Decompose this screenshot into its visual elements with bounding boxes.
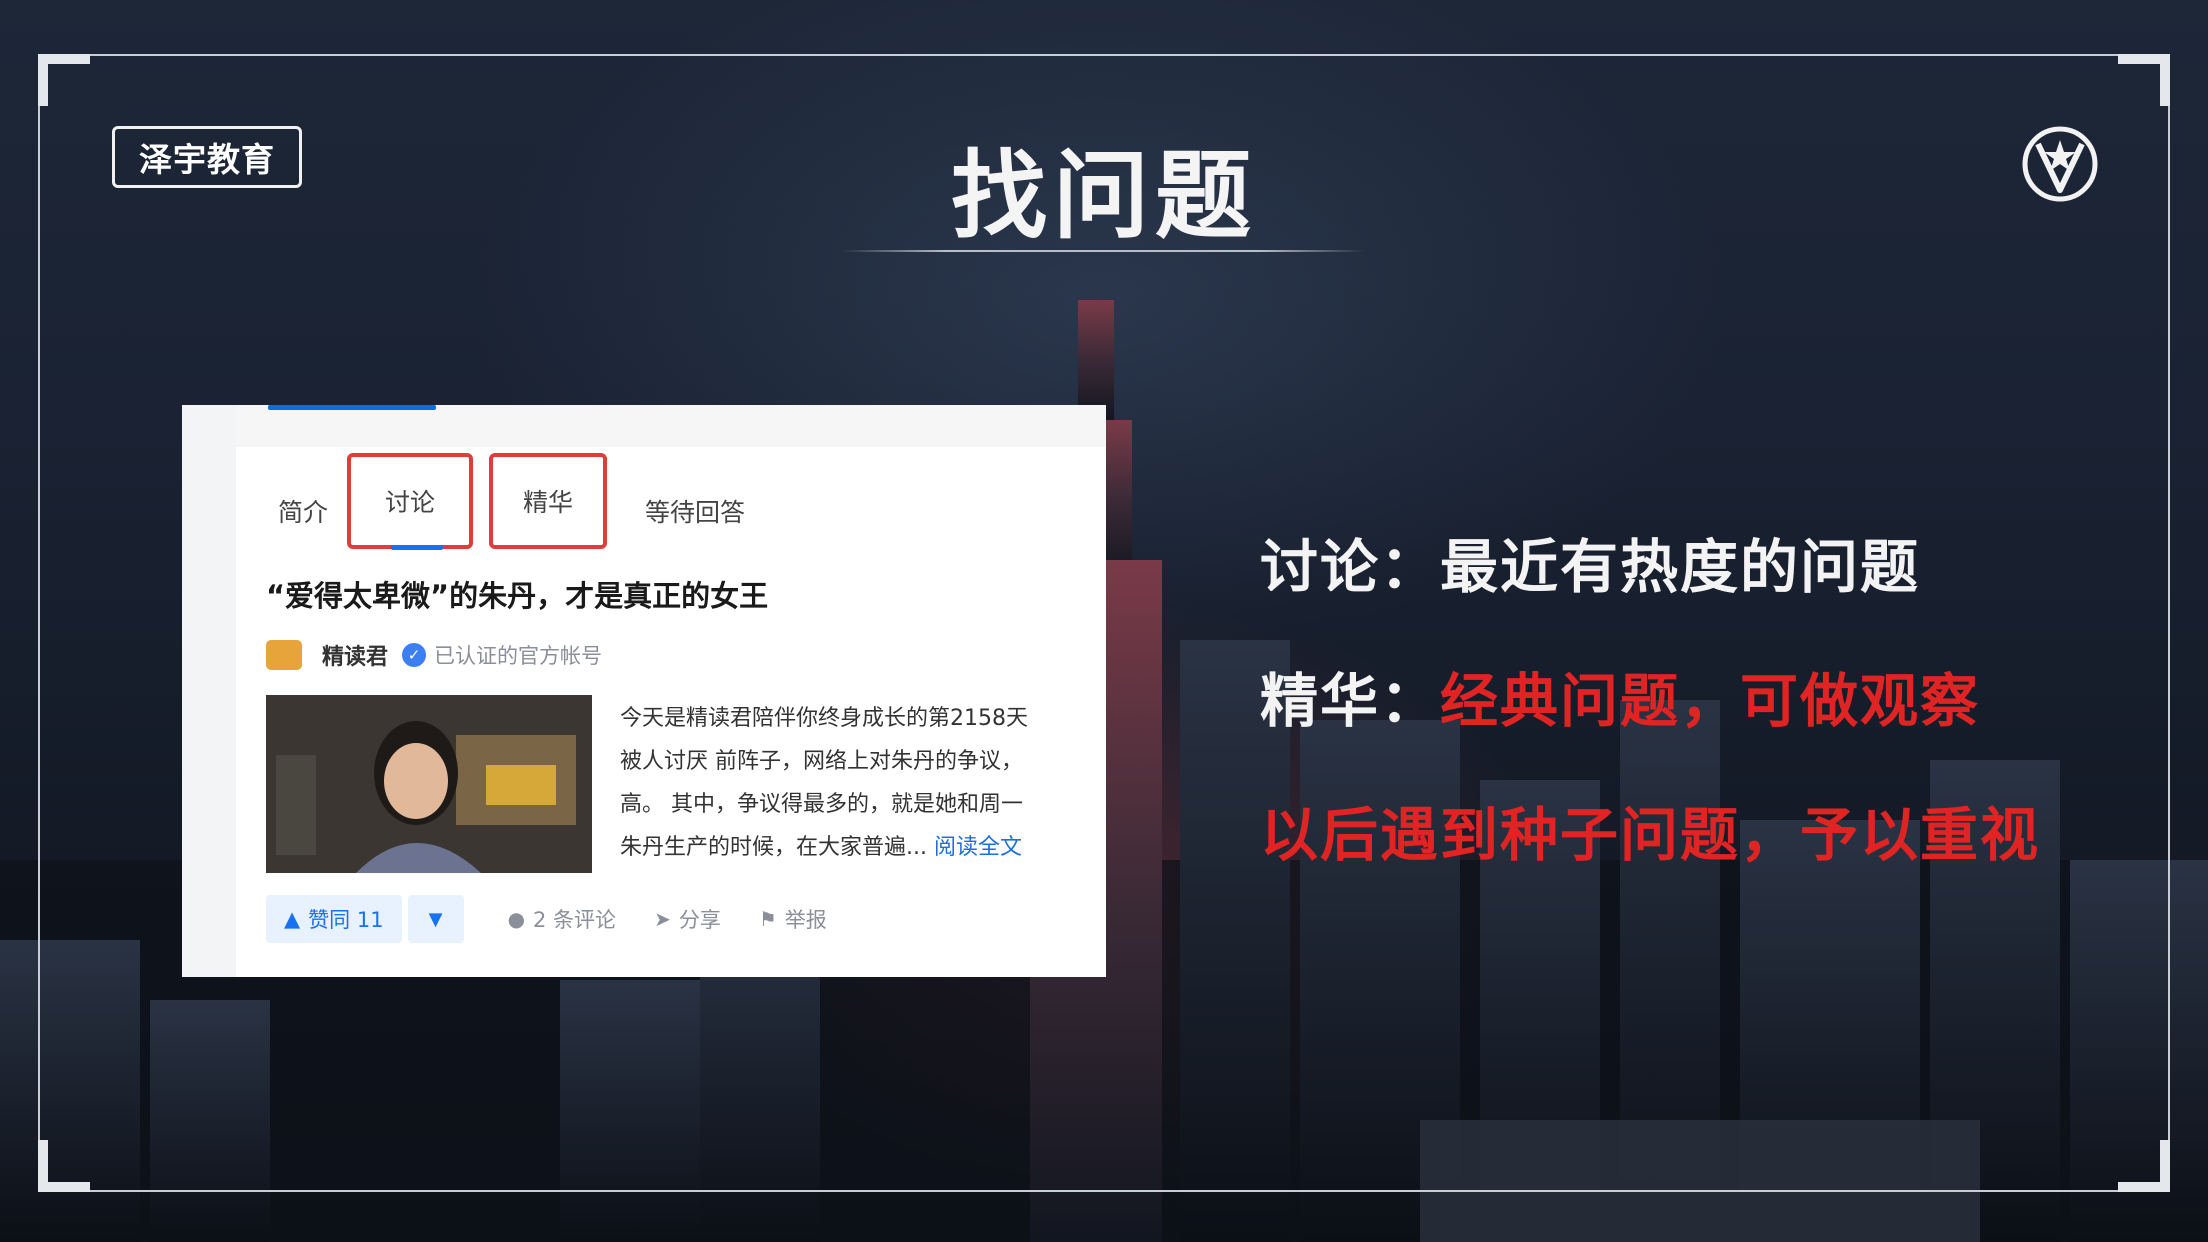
flag-icon: ⚑: [758, 907, 777, 931]
tab-intro[interactable]: 简介: [258, 483, 348, 539]
post-thumbnail[interactable]: [266, 695, 592, 873]
brand-emblem-icon: [2022, 126, 2098, 202]
slide-title: 找问题: [951, 140, 1257, 252]
excerpt-line-last: 朱丹生产的时候，在大家普遍... 阅读全文: [620, 826, 1100, 869]
frame-corner-bottom-right: [2118, 1140, 2170, 1192]
post-title[interactable]: “爱得太卑微”的朱丹，才是真正的女王: [266, 573, 768, 615]
discussion-text: 最近有热度的问题: [1440, 533, 1921, 601]
frame-top-line: [38, 54, 2170, 56]
discussion-label: 讨论：: [1260, 533, 1441, 601]
share-label: 分享: [678, 908, 721, 932]
excerpt-line-text: 朱丹生产的时候，在大家普遍...: [620, 835, 927, 860]
send-arrow-icon: ➤: [654, 907, 671, 931]
excerpt-line: 今天是精读君陪伴你终身成长的第2158天: [620, 706, 1028, 731]
verified-badge-icon: ✓: [402, 643, 427, 667]
right-line-seed-questions: 以后遇到种子问题，予以重视: [1260, 788, 2040, 872]
card-topbar: [236, 405, 1106, 447]
comments-button[interactable]: ● 2 条评论: [508, 904, 617, 934]
share-button[interactable]: ➤ 分享: [654, 904, 721, 934]
featured-label: 精华：: [1260, 667, 1441, 735]
report-button[interactable]: ⚑ 举报: [759, 904, 827, 934]
tab-discussion-underline: [391, 545, 443, 550]
excerpt-line: 被人讨厌 前阵子，网络上对朱丹的争议，: [620, 749, 1023, 774]
right-line-featured: 精华：经典问题，可做观察: [1260, 654, 1980, 738]
tab-discussion[interactable]: 讨论: [347, 453, 473, 549]
triangle-down-icon: ▼: [428, 908, 443, 930]
right-line-discussion: 讨论：最近有热度的问题: [1260, 520, 1920, 604]
tab-discussion-label: 讨论: [384, 488, 435, 517]
report-label: 举报: [784, 908, 827, 932]
forum-screenshot-card: 简介 讨论 精华 等待回答 “爱得太卑微”的朱丹，才是真正的女王 精读君 ✓ 已…: [182, 405, 1106, 977]
tab-awaiting-answer[interactable]: 等待回答: [630, 483, 760, 539]
frame-bottom-line: [38, 1190, 2170, 1192]
author-name[interactable]: 精读君: [322, 639, 388, 671]
seed-question-text: 以后遇到种子问题，予以重视: [1260, 801, 2041, 869]
featured-text: 经典问题，可做观察: [1440, 667, 1981, 735]
post-excerpt[interactable]: 今天是精读君陪伴你终身成长的第2158天 被人讨厌 前阵子，网络上对朱丹的争议，…: [620, 697, 1100, 869]
slide: 泽宇教育 找问题 简介 讨论 精华 等待回答 “爱得太卑微”的朱丹，才是真正的女…: [0, 0, 2208, 1242]
frame-corner-top-left: [38, 54, 90, 106]
active-indicator: [268, 405, 436, 410]
tab-featured[interactable]: 精华: [489, 453, 607, 549]
tab-featured-label: 精华: [522, 488, 573, 517]
author-row: 精读君 ✓ 已认证的官方帐号: [266, 637, 602, 673]
title-underline: [842, 250, 1364, 252]
excerpt-line: 高。 其中，争议得最多的，就是她和周一: [620, 792, 1023, 817]
comments-label: 2 条评论: [533, 908, 617, 932]
triangle-up-icon: ▲: [284, 907, 301, 931]
avatar[interactable]: [266, 640, 302, 670]
action-bar: ▲ 赞同 11 ▼ ● 2 条评论 ➤ 分享 ⚑ 举报: [266, 893, 827, 945]
frame-corner-bottom-left: [38, 1140, 90, 1192]
read-more-link[interactable]: 阅读全文: [934, 835, 1022, 860]
thumbnail-photo: [266, 695, 592, 873]
comment-bubble-icon: ●: [507, 907, 526, 931]
author-description: 已认证的官方帐号: [434, 644, 603, 668]
frame-corner-top-right: [2118, 54, 2170, 106]
upvote-button[interactable]: ▲ 赞同 11: [266, 895, 402, 943]
card-sidebar: [182, 405, 236, 977]
downvote-button[interactable]: ▼: [407, 895, 464, 943]
upvote-label: 赞同 11: [308, 908, 384, 932]
